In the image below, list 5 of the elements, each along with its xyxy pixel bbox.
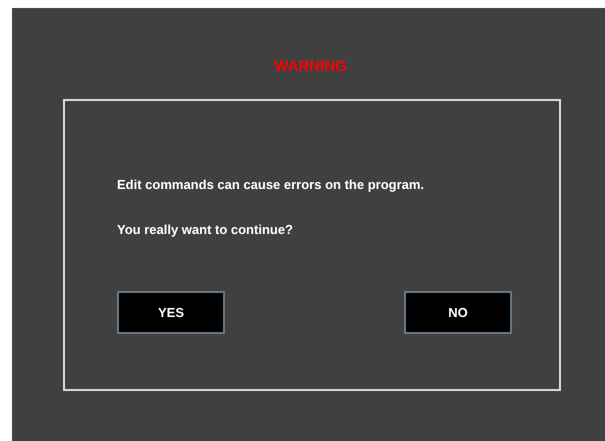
message-text: Edit commands can cause errors on the program. [117,176,426,194]
dialog-button[interactable]: NO [404,291,512,334]
dialog-button[interactable]: YES [117,291,225,334]
message-text: You really want to continue? [117,221,294,239]
warning-title: WARNING [274,58,347,76]
